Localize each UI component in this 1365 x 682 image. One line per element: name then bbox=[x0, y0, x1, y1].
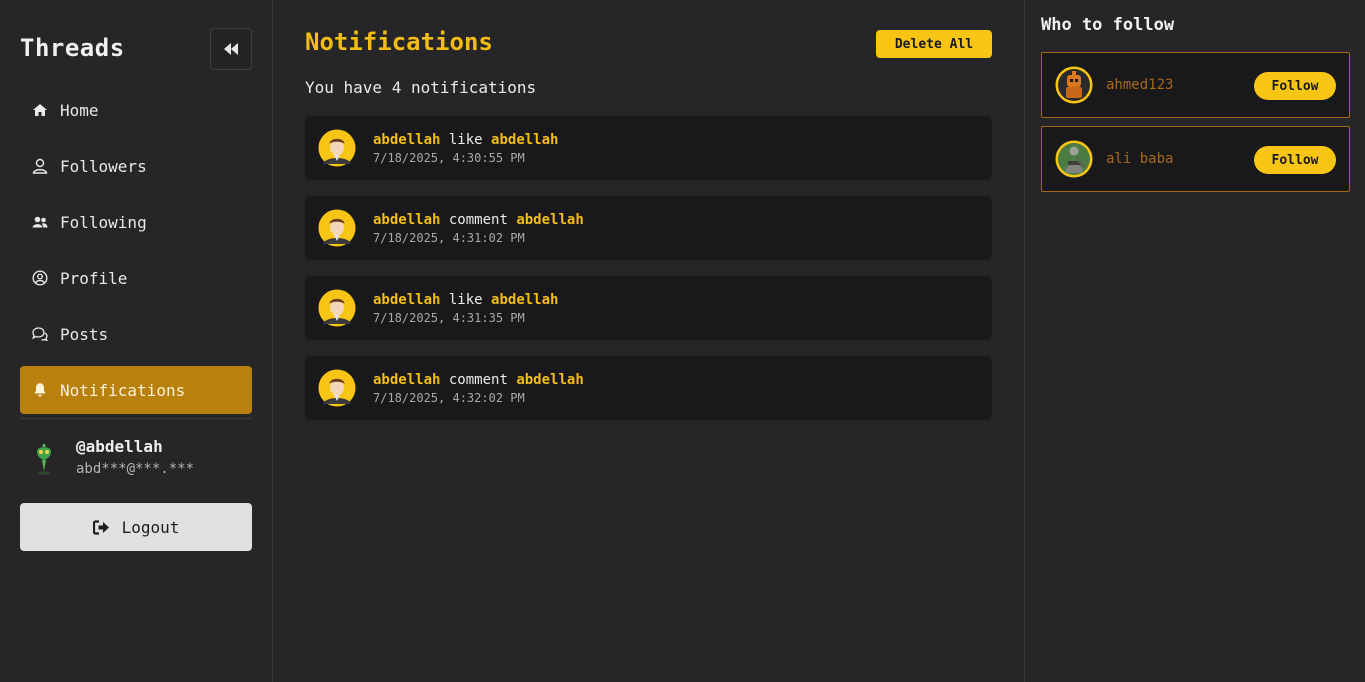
user-handle: @abdellah bbox=[76, 437, 163, 456]
notification-actor[interactable]: abdellah bbox=[373, 292, 440, 308]
notification-time: 7/18/2025, 4:31:02 PM bbox=[373, 231, 525, 245]
notification-target[interactable]: abdellah bbox=[491, 132, 558, 148]
sidebar-item-following[interactable]: Following bbox=[20, 198, 252, 246]
suggestion-card: ali baba Follow bbox=[1041, 126, 1350, 192]
sidebar-item-followers[interactable]: Followers bbox=[20, 142, 252, 190]
main-content: Notifications Delete All You have 4 noti… bbox=[273, 0, 1024, 682]
logout-label: Logout bbox=[121, 517, 180, 537]
follow-button[interactable]: Follow bbox=[1254, 72, 1336, 100]
sidebar-item-label: Profile bbox=[60, 268, 128, 288]
panel-title: Who to follow bbox=[1041, 15, 1175, 35]
notification-action: like bbox=[448, 132, 483, 148]
notification-actor[interactable]: abdellah bbox=[373, 212, 440, 228]
sidebar-divider bbox=[20, 418, 252, 419]
sidebar-item-label: Following bbox=[60, 212, 147, 232]
notification-action: like bbox=[448, 292, 483, 308]
suggestion-name[interactable]: ali baba bbox=[1106, 151, 1173, 167]
user-circle-icon bbox=[32, 270, 48, 286]
sidebar-item-label: Posts bbox=[60, 324, 109, 344]
avatar bbox=[317, 128, 357, 168]
sidebar-item-label: Home bbox=[60, 100, 99, 120]
comments-icon bbox=[32, 326, 48, 342]
sidebar: Threads Home Followers Following Profile… bbox=[0, 0, 273, 682]
sidebar-item-posts[interactable]: Posts bbox=[20, 310, 252, 358]
sidebar-item-label: Followers bbox=[60, 156, 147, 176]
avatar bbox=[317, 288, 357, 328]
notification-text: abdellah comment abdellah bbox=[373, 372, 584, 388]
suggestion-list: ahmed123 Follow ali baba Follow bbox=[1041, 52, 1350, 200]
collapse-sidebar-button[interactable] bbox=[210, 28, 252, 70]
notification-actor[interactable]: abdellah bbox=[373, 132, 440, 148]
page-title: Notifications bbox=[305, 28, 493, 56]
logout-button[interactable]: Logout bbox=[20, 503, 252, 551]
double-chevron-left-icon bbox=[224, 43, 238, 55]
user-email: abd***@***.*** bbox=[76, 461, 195, 477]
home-icon bbox=[32, 102, 48, 118]
notification-text: abdellah like abdellah bbox=[373, 292, 558, 308]
avatar bbox=[317, 368, 357, 408]
sidebar-item-label: Notifications bbox=[60, 380, 186, 400]
avatar[interactable] bbox=[1054, 65, 1094, 105]
bell-icon bbox=[32, 382, 48, 398]
notification-item[interactable]: abdellah comment abdellah 7/18/2025, 4:3… bbox=[305, 196, 992, 260]
who-to-follow-panel: Who to follow ahmed123 Follow ali baba F… bbox=[1024, 0, 1365, 682]
avatar[interactable] bbox=[1054, 139, 1094, 179]
user-icon bbox=[32, 158, 48, 174]
notification-action: comment bbox=[448, 372, 508, 388]
current-user[interactable]: @abdellah abd***@***.*** bbox=[30, 436, 260, 486]
avatar bbox=[37, 443, 51, 475]
notification-item[interactable]: abdellah like abdellah 7/18/2025, 4:31:3… bbox=[305, 276, 992, 340]
notification-target[interactable]: abdellah bbox=[516, 212, 583, 228]
suggestion-card: ahmed123 Follow bbox=[1041, 52, 1350, 118]
notification-text: abdellah comment abdellah bbox=[373, 212, 584, 228]
sidebar-item-profile[interactable]: Profile bbox=[20, 254, 252, 302]
notification-time: 7/18/2025, 4:31:35 PM bbox=[373, 311, 525, 325]
delete-all-button[interactable]: Delete All bbox=[876, 30, 992, 58]
notification-actor[interactable]: abdellah bbox=[373, 372, 440, 388]
notification-item[interactable]: abdellah comment abdellah 7/18/2025, 4:3… bbox=[305, 356, 992, 420]
sidebar-item-home[interactable]: Home bbox=[20, 86, 252, 134]
notification-time: 7/18/2025, 4:32:02 PM bbox=[373, 391, 525, 405]
notification-count: You have 4 notifications bbox=[305, 78, 537, 97]
notification-list: abdellah like abdellah 7/18/2025, 4:30:5… bbox=[305, 116, 992, 436]
notification-target[interactable]: abdellah bbox=[516, 372, 583, 388]
notification-item[interactable]: abdellah like abdellah 7/18/2025, 4:30:5… bbox=[305, 116, 992, 180]
notification-time: 7/18/2025, 4:30:55 PM bbox=[373, 151, 525, 165]
users-icon bbox=[32, 214, 48, 230]
notification-action: comment bbox=[448, 212, 508, 228]
notification-target[interactable]: abdellah bbox=[491, 292, 558, 308]
sidebar-item-notifications[interactable]: Notifications bbox=[20, 366, 252, 414]
notification-text: abdellah like abdellah bbox=[373, 132, 558, 148]
avatar bbox=[317, 208, 357, 248]
suggestion-name[interactable]: ahmed123 bbox=[1106, 77, 1173, 93]
sign-out-icon bbox=[92, 519, 110, 535]
brand-title: Threads bbox=[20, 34, 125, 62]
sidebar-nav: Home Followers Following Profile Posts N… bbox=[20, 86, 252, 422]
follow-button[interactable]: Follow bbox=[1254, 146, 1336, 174]
